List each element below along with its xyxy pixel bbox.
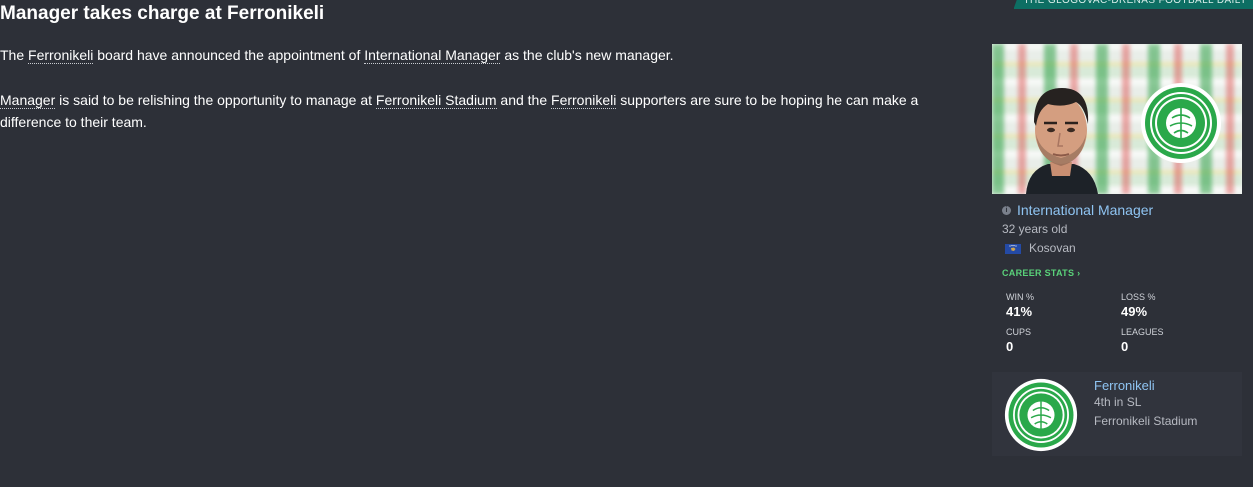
win-value: 41%	[1006, 304, 1033, 319]
kosovo-flag-icon	[1005, 243, 1021, 254]
text: and the	[496, 92, 552, 108]
article-paragraph-1: The Ferronikeli board have announced the…	[0, 44, 980, 66]
cups-label: CUPS	[1006, 327, 1032, 337]
leagues-value: 0	[1121, 339, 1129, 354]
manager-info: i International Manager 32 years old Kos…	[992, 194, 1242, 354]
text: is said to be relishing the opportunity …	[55, 92, 376, 108]
club-badge-icon	[1004, 378, 1078, 452]
text: board have announced the appointment of	[93, 47, 365, 63]
newspaper-tag: THE GLOGOVAC-DRENAS FOOTBALL DAILY	[1013, 0, 1253, 9]
club-stadium: Ferronikeli Stadium	[1094, 414, 1198, 428]
manager-name-row: i International Manager	[1002, 200, 1232, 220]
manager-face-image	[1026, 88, 1098, 194]
manager-photo[interactable]	[992, 44, 1242, 194]
manager-side-panel: i International Manager 32 years old Kos…	[992, 44, 1242, 456]
nationality-row: Kosovan	[1005, 239, 1232, 258]
win-label: WIN %	[1006, 292, 1034, 302]
manager-link[interactable]: Manager	[0, 92, 56, 109]
win-stat: WIN % 41%	[1006, 284, 1121, 319]
cups-value: 0	[1006, 339, 1014, 354]
article-body: The Ferronikeli board have announced the…	[0, 44, 980, 156]
loss-value: 49%	[1121, 304, 1148, 319]
club-link[interactable]: Ferronikeli	[551, 92, 617, 109]
stadium-link[interactable]: Ferronikeli Stadium	[375, 92, 497, 109]
manager-name-link[interactable]: International Manager	[1017, 202, 1153, 218]
club-details: Ferronikeli 4th in SL Ferronikeli Stadiu…	[1094, 378, 1197, 431]
leagues-stat: LEAGUES 0	[1121, 319, 1236, 354]
cups-stat: CUPS 0	[1006, 319, 1121, 354]
club-card[interactable]: Ferronikeli 4th in SL Ferronikeli Stadiu…	[992, 372, 1242, 456]
text: The	[0, 47, 29, 63]
career-stats-label: CAREER STATS	[1002, 268, 1075, 278]
article-paragraph-2: Manager is said to be relishing the oppo…	[0, 89, 980, 133]
career-stats-grid: WIN % 41% LOSS % 49% CUPS 0 LEAGUES 0	[1002, 284, 1232, 354]
loss-stat: LOSS % 49%	[1121, 284, 1236, 319]
loss-label: LOSS %	[1121, 292, 1156, 302]
club-badge-icon	[1141, 83, 1221, 163]
chevron-right-icon: ›	[1077, 268, 1081, 278]
manager-age: 32 years old	[1002, 222, 1068, 236]
info-icon[interactable]: i	[1002, 205, 1011, 215]
leagues-label: LEAGUES	[1121, 327, 1164, 337]
club-league-position: 4th in SL	[1094, 395, 1142, 409]
club-name-link[interactable]: Ferronikeli	[1094, 378, 1197, 393]
career-stats-link[interactable]: CAREER STATS ›	[1002, 268, 1232, 278]
manager-nationality: Kosovan	[1029, 241, 1076, 255]
club-link[interactable]: Ferronikeli	[28, 47, 94, 64]
article-headline: Manager takes charge at Ferronikeli	[0, 3, 325, 24]
manager-link[interactable]: International Manager	[364, 47, 501, 64]
text: as the club's new manager.	[500, 47, 674, 63]
